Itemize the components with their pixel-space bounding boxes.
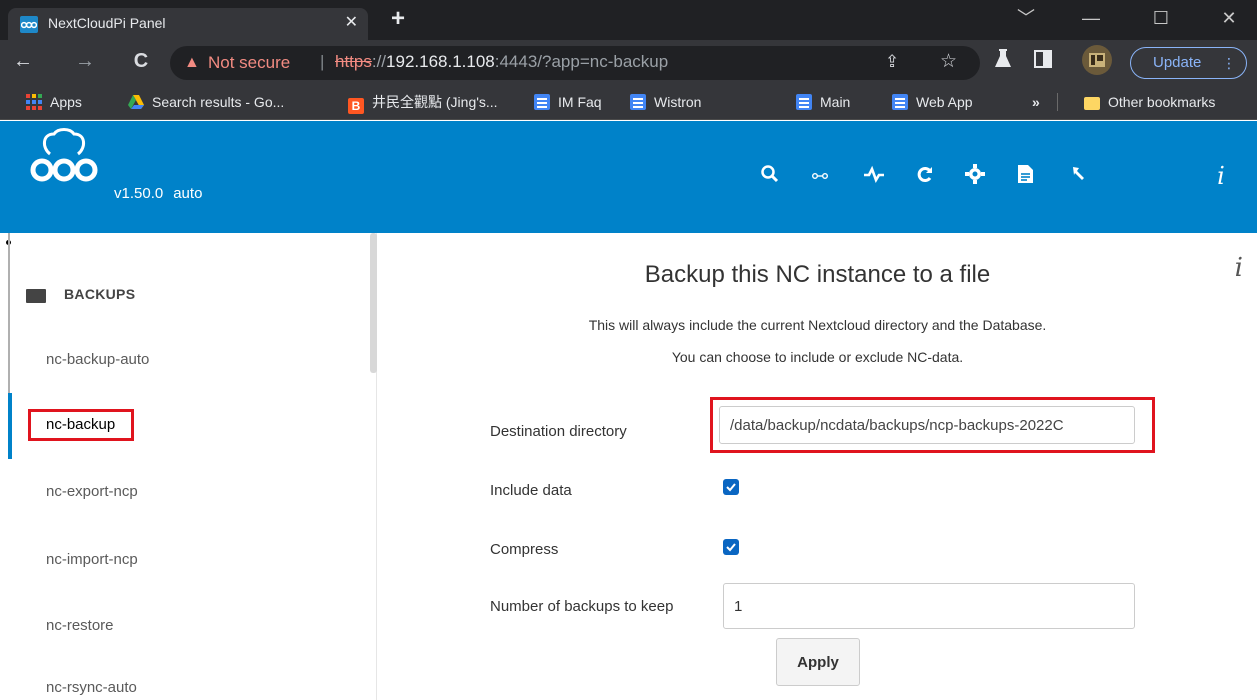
folder-icon	[26, 289, 46, 303]
network-icon[interactable]	[807, 164, 833, 193]
compress-label: Compress	[490, 541, 559, 558]
bookmark-jing[interactable]: B 井民全觀點 (Jing's...	[348, 90, 498, 114]
side-panel-icon[interactable]	[1030, 49, 1056, 74]
profile-avatar-icon[interactable]	[1082, 45, 1112, 75]
search-icon[interactable]	[757, 164, 783, 190]
backups-to-keep-label: Number of backups to keep	[490, 598, 674, 615]
address-separator: |	[320, 52, 325, 71]
google-docs-icon	[630, 94, 646, 110]
compress-checkbox[interactable]	[723, 539, 739, 555]
browser-toolbar: ← → C ▲ Not secure | https://192.168.1.1…	[0, 40, 1257, 84]
update-label: Update	[1153, 54, 1202, 71]
close-window-icon[interactable]: ✕	[1206, 6, 1252, 30]
bookmarks-overflow-button[interactable]: »	[1032, 90, 1040, 114]
nextcloud-favicon-icon	[20, 16, 38, 33]
browser-tab[interactable]: NextCloudPi Panel ✕	[8, 8, 368, 40]
minimize-icon[interactable]: —	[1068, 6, 1114, 30]
warning-icon: ▲	[184, 54, 200, 71]
maximize-icon[interactable]: ☐	[1138, 6, 1184, 30]
bookmark-label: Apps	[50, 94, 82, 110]
google-docs-icon	[534, 94, 550, 110]
sidebar-item-nc-restore[interactable]: nc-restore	[46, 617, 114, 634]
forward-icon[interactable]: →	[72, 50, 98, 72]
bookmark-im-faq[interactable]: IM Faq	[534, 90, 602, 114]
app-header: v1.50.0 auto i	[0, 121, 1257, 233]
backups-to-keep-input[interactable]	[723, 583, 1135, 629]
google-docs-icon	[892, 94, 908, 110]
tab-title: NextCloudPi Panel	[48, 15, 166, 31]
bookmarks-divider	[1057, 93, 1058, 111]
tab-search-icon[interactable]: ﹀	[1003, 6, 1049, 30]
include-data-label: Include data	[490, 482, 572, 499]
activity-icon[interactable]	[861, 164, 887, 190]
description-line-1: This will always include the current Nex…	[588, 317, 1047, 333]
url-scheme: https	[335, 52, 372, 71]
log-icon[interactable]	[1012, 164, 1038, 190]
description-line-2: You can choose to include or exclude NC-…	[671, 349, 964, 365]
bookmarks-bar: Apps Search results - Go... B 井民全觀點 (Jing…	[0, 84, 1257, 120]
category-label: BACKUPS	[64, 286, 136, 302]
settings-icon[interactable]	[962, 164, 988, 190]
bookmark-other-bookmarks[interactable]: Other bookmarks	[1084, 90, 1215, 114]
new-tab-button[interactable]: +	[391, 6, 405, 32]
google-drive-icon	[128, 93, 144, 109]
include-data-checkbox[interactable]	[723, 479, 739, 495]
highlight-box-nc-backup	[28, 409, 134, 441]
update-icon[interactable]	[912, 164, 938, 190]
back-icon[interactable]: ←	[10, 50, 36, 72]
share-icon[interactable]: ⇪	[885, 52, 899, 72]
sidebar-scrollbar[interactable]	[370, 233, 377, 373]
tab-close-icon[interactable]: ✕	[345, 13, 358, 33]
bookmark-main[interactable]: Main	[796, 90, 850, 114]
reload-icon[interactable]: C	[128, 50, 154, 72]
bookmark-label: Web App	[916, 94, 973, 110]
main-panel: i Backup this NC instance to a file This…	[378, 233, 1257, 700]
version-mode: auto	[173, 185, 203, 202]
bookmark-label: 井民全觀點 (Jing's...	[372, 94, 498, 110]
url-path: :4443/?app=nc-backup	[494, 52, 669, 71]
bookmark-label: Wistron	[654, 94, 702, 110]
bookmark-label: Other bookmarks	[1108, 94, 1216, 110]
nextcloudpi-logo-icon[interactable]	[28, 124, 100, 193]
bookmark-star-icon[interactable]: ☆	[940, 50, 957, 73]
sidebar-item-nc-import-ncp[interactable]: nc-import-ncp	[46, 551, 138, 568]
browser-tab-strip: NextCloudPi Panel ✕ + ﹀ — ☐ ✕	[0, 0, 1257, 40]
google-docs-icon	[796, 94, 812, 110]
version-number: v1.50.0	[114, 185, 164, 202]
apps-grid-icon	[26, 93, 42, 110]
sidebar: BACKUPS nc-backup-auto nc-backup nc-expo…	[0, 233, 377, 700]
address-bar[interactable]: ▲ Not secure | https://192.168.1.108:444…	[170, 46, 980, 80]
update-button[interactable]: Update ⋮	[1130, 47, 1247, 79]
page-title: Backup this NC instance to a file	[644, 261, 991, 288]
tools-icon[interactable]	[1067, 164, 1093, 190]
security-label[interactable]: Not secure	[208, 53, 290, 73]
destination-directory-label: Destination directory	[490, 423, 627, 440]
bookmark-search-results[interactable]: Search results - Go...	[128, 90, 284, 114]
browser-menu-icon[interactable]: ⋮	[1222, 48, 1236, 78]
bookmark-apps[interactable]: Apps	[26, 90, 82, 114]
url-host: 192.168.1.108	[386, 52, 495, 71]
sidebar-item-nc-rsync-auto[interactable]: nc-rsync-auto	[46, 679, 137, 696]
folder-icon	[1084, 97, 1100, 110]
url-scheme-separator: ://	[371, 52, 387, 71]
active-item-indicator	[8, 393, 12, 459]
url-text: https://192.168.1.108:4443/?app=nc-backu…	[335, 52, 668, 72]
highlight-box-destination	[710, 397, 1155, 453]
sidebar-item-nc-export-ncp[interactable]: nc-export-ncp	[46, 483, 138, 500]
apply-button[interactable]: Apply	[776, 638, 860, 686]
bookmark-label: Main	[820, 94, 851, 110]
version-info: v1.50.0 auto	[114, 185, 212, 202]
sidebar-item-nc-backup-auto[interactable]: nc-backup-auto	[46, 351, 149, 368]
bookmark-web-app[interactable]: Web App	[892, 90, 973, 114]
bookmark-label: IM Faq	[558, 94, 602, 110]
bookmark-label: Search results - Go...	[152, 94, 285, 110]
info-icon[interactable]: i	[1208, 164, 1234, 188]
blogger-icon: B	[348, 98, 364, 114]
bookmark-wistron[interactable]: Wistron	[630, 90, 701, 114]
labs-flask-icon[interactable]	[990, 48, 1016, 75]
